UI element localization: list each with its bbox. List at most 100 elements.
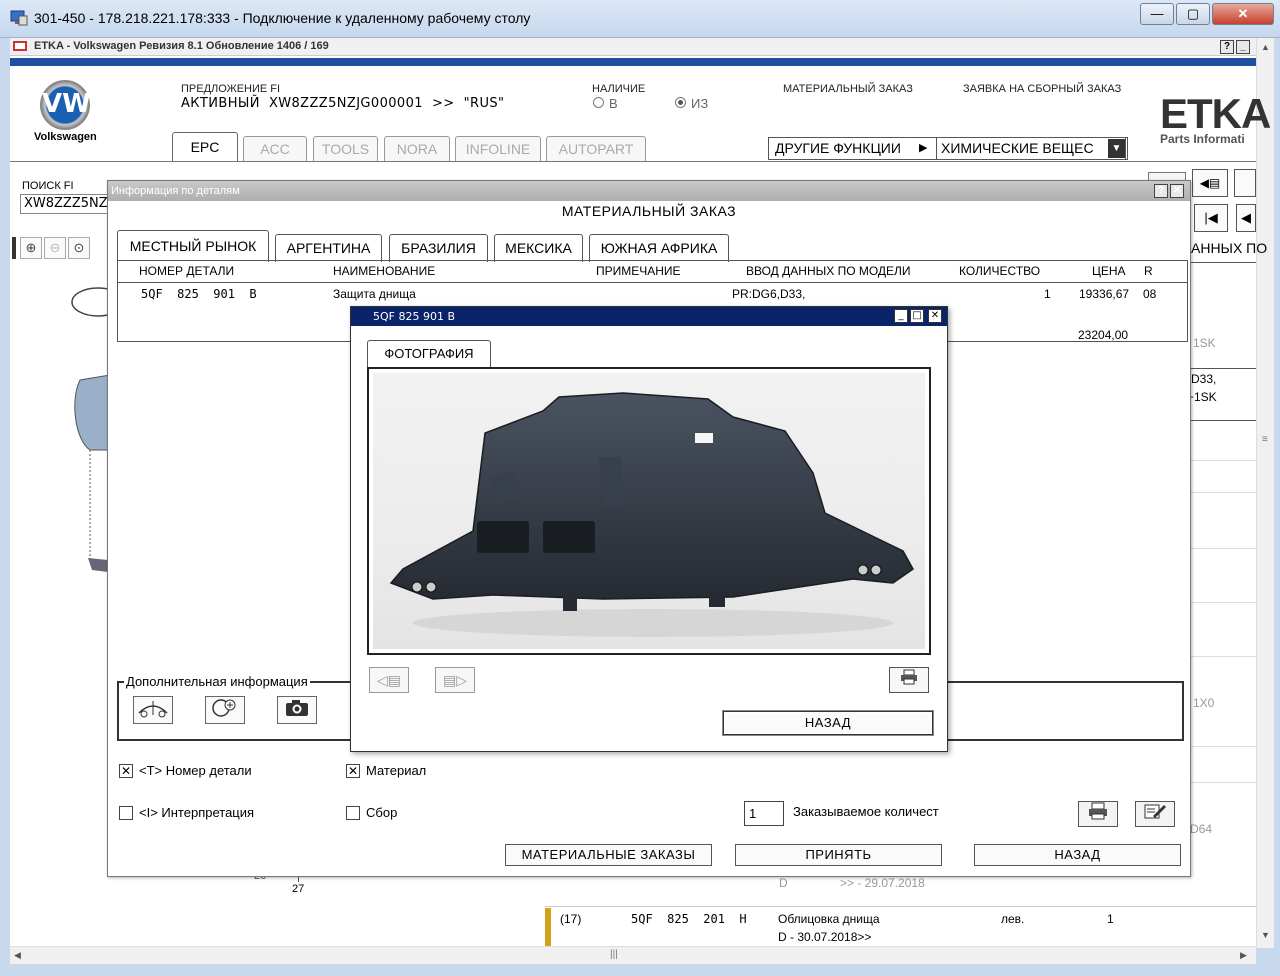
- scroll-up-arrow-icon[interactable]: ▲: [1261, 42, 1270, 52]
- photo-dialog-title: 5QF 825 901 B: [373, 310, 456, 323]
- part-number-checkbox[interactable]: ✕: [119, 764, 133, 778]
- bg-divider: [1191, 656, 1256, 657]
- rdp-maximize-button[interactable]: ▢: [1176, 3, 1210, 25]
- col-price[interactable]: ЦЕНА: [1092, 261, 1126, 281]
- previous-photo-icon[interactable]: ◁▤: [369, 667, 409, 693]
- tab-acc[interactable]: ACC: [243, 136, 307, 162]
- row-price: 19336,67: [1079, 287, 1130, 301]
- col-name[interactable]: НАИМЕНОВАНИЕ: [333, 261, 435, 281]
- row-highlight-marker: [545, 908, 551, 946]
- photo-dialog-titlebar[interactable]: 5QF 825 901 B _ □ ✕: [351, 307, 947, 326]
- first-page-icon[interactable]: |◀: [1194, 204, 1228, 232]
- photo-minimize-icon[interactable]: _: [894, 309, 908, 323]
- tab-local-market[interactable]: МЕСТНЫЙ РЫНОК: [117, 230, 269, 262]
- chemicals-select[interactable]: ХИМИЧЕСКИЕ ВЕЩЕС: [936, 137, 1126, 160]
- photo-print-icon[interactable]: [889, 667, 929, 693]
- col-part-number[interactable]: НОМЕР ДЕТАЛИ: [139, 261, 234, 281]
- part-photo: [373, 373, 925, 649]
- scroll-down-arrow-icon[interactable]: ▼: [1261, 930, 1270, 940]
- tab-photo[interactable]: ФОТОГРАФИЯ: [367, 340, 491, 368]
- back-button[interactable]: НАЗАД: [974, 844, 1181, 866]
- etka-logo-subtitle: Parts Informati: [1160, 132, 1245, 146]
- bg-row-validity: D - 30.07.2018>>: [778, 930, 872, 944]
- order-quantity-input[interactable]: 1: [744, 801, 784, 826]
- bg-divider: [1191, 602, 1256, 603]
- additional-info-label: Дополнительная информация: [124, 674, 310, 689]
- hscroll-grip-icon[interactable]: |||: [610, 949, 618, 960]
- accept-button[interactable]: ПРИНЯТЬ: [735, 844, 942, 866]
- material-checkbox-label: Материал: [366, 763, 427, 778]
- tab-autopart[interactable]: AUTOPART: [546, 136, 646, 162]
- parts-diagram[interactable]: [70, 280, 110, 580]
- availability-label: НАЛИЧИЕ: [592, 83, 646, 95]
- col-quantity[interactable]: КОЛИЧЕСТВО: [959, 261, 1040, 281]
- chevron-down-icon[interactable]: ▼: [1108, 139, 1125, 158]
- col-model-data[interactable]: ВВОД ДАННЫХ ПО МОДЕЛИ: [746, 261, 911, 281]
- row-r: 08: [1143, 287, 1157, 301]
- tab-argentina[interactable]: АРГЕНТИНА: [275, 234, 382, 262]
- zoom-fit-icon[interactable]: ⊙: [68, 237, 90, 259]
- tab-epc[interactable]: EPC: [172, 132, 238, 162]
- interpretation-icon[interactable]: [133, 696, 173, 724]
- tab-brazil[interactable]: БРАЗИЛИЯ: [389, 234, 488, 262]
- add-circle-icon[interactable]: [205, 696, 245, 724]
- zoom-in-icon[interactable]: ⊕: [20, 237, 42, 259]
- photo-frame: [367, 367, 931, 655]
- tab-mexico[interactable]: МЕКСИКА: [494, 234, 583, 262]
- dialog-help-button[interactable]: ?: [1154, 184, 1168, 198]
- scroll-right-arrow-icon[interactable]: ▶: [1240, 950, 1247, 961]
- availability-in-radio[interactable]: [593, 97, 604, 108]
- print-icon[interactable]: [1078, 801, 1118, 827]
- rdp-titlebar[interactable]: 301-450 - 178.218.221.178:333 - Подключе…: [0, 0, 1280, 38]
- material-orders-button[interactable]: МАТЕРИАЛЬНЫЕ ЗАКАЗЫ: [505, 844, 712, 866]
- col-note[interactable]: ПРИМЕЧАНИЕ: [596, 261, 681, 281]
- bg-divider: [1191, 420, 1256, 421]
- col-r[interactable]: R: [1144, 261, 1153, 281]
- part-info-dialog-title: Информация по деталям: [111, 185, 240, 197]
- next-photo-icon[interactable]: ▤▷: [435, 667, 475, 693]
- dialog-subtitle: МАТЕРИАЛЬНЫЙ ЗАКАЗ: [561, 203, 737, 219]
- bg-divider: [545, 906, 1256, 907]
- tab-infoline[interactable]: INFOLINE: [455, 136, 541, 162]
- etka-help-button[interactable]: ?: [1220, 40, 1234, 54]
- zoom-out-icon[interactable]: ⊖: [44, 237, 66, 259]
- diagram-callout: 27: [292, 883, 305, 895]
- material-order-link[interactable]: МАТЕРИАЛЬНЫЙ ЗАКАЗ: [783, 83, 913, 95]
- brand-name: Volkswagen: [34, 131, 97, 143]
- photo-dialog[interactable]: 5QF 825 901 B _ □ ✕ ФОТОГРАФИЯ ◁▤ ▤▷ НАЗ…: [350, 306, 948, 752]
- toolbar-back-list-icon[interactable]: ◀▤: [1192, 169, 1228, 197]
- material-checkbox[interactable]: ✕: [346, 764, 360, 778]
- part-info-dialog-titlebar[interactable]: Информация по деталям ? ✕: [108, 181, 1190, 201]
- scroll-left-arrow-icon[interactable]: ◀: [14, 950, 21, 961]
- toolbar-document-icon[interactable]: [1234, 169, 1256, 197]
- etka-minimize-button[interactable]: _: [1236, 40, 1250, 54]
- tab-tools[interactable]: TOOLS: [313, 136, 378, 162]
- dialog-close-button[interactable]: ✕: [1170, 184, 1184, 198]
- row-quantity: 1: [1044, 287, 1051, 301]
- availability-from-radio[interactable]: [675, 97, 686, 108]
- photo-back-button[interactable]: НАЗАД: [723, 711, 933, 735]
- scroll-grip-icon[interactable]: ≡: [1262, 434, 1268, 445]
- assembly-order-link[interactable]: ЗАЯВКА НА СБОРНЫЙ ЗАКАЗ: [963, 83, 1121, 95]
- photo-maximize-icon[interactable]: □: [910, 309, 924, 323]
- underbody-shield-image: [389, 392, 914, 637]
- edit-note-icon[interactable]: [1135, 801, 1175, 827]
- bg-divider: [1191, 746, 1256, 747]
- rdp-minimize-button[interactable]: —: [1140, 3, 1174, 25]
- interpretation-checkbox[interactable]: [119, 806, 133, 820]
- etka-logo: ETKA: [1160, 90, 1271, 137]
- bg-cell: D33,: [1191, 372, 1217, 386]
- assembly-checkbox[interactable]: [346, 806, 360, 820]
- tab-south-africa[interactable]: ЮЖНАЯ АФРИКА: [589, 234, 729, 262]
- vertical-scrollbar[interactable]: ▲ ≡ ▼: [1256, 38, 1274, 948]
- horizontal-scrollbar[interactable]: ◀ ||| ▶: [10, 946, 1256, 964]
- bg-row-part-number[interactable]: 5QF 825 201 H: [631, 912, 747, 926]
- rdp-window-title: 301-450 - 178.218.221.178:333 - Подключе…: [34, 10, 531, 26]
- photo-close-icon[interactable]: ✕: [928, 309, 942, 323]
- interpretation-checkbox-label: <I> Интерпретация: [139, 805, 255, 820]
- prev-page-icon[interactable]: ◀: [1236, 204, 1256, 232]
- etka-header-stripe: [10, 58, 1256, 66]
- rdp-close-button[interactable]: ✕: [1212, 3, 1274, 25]
- tab-nora[interactable]: NORA: [384, 136, 450, 162]
- camera-icon[interactable]: [277, 696, 317, 724]
